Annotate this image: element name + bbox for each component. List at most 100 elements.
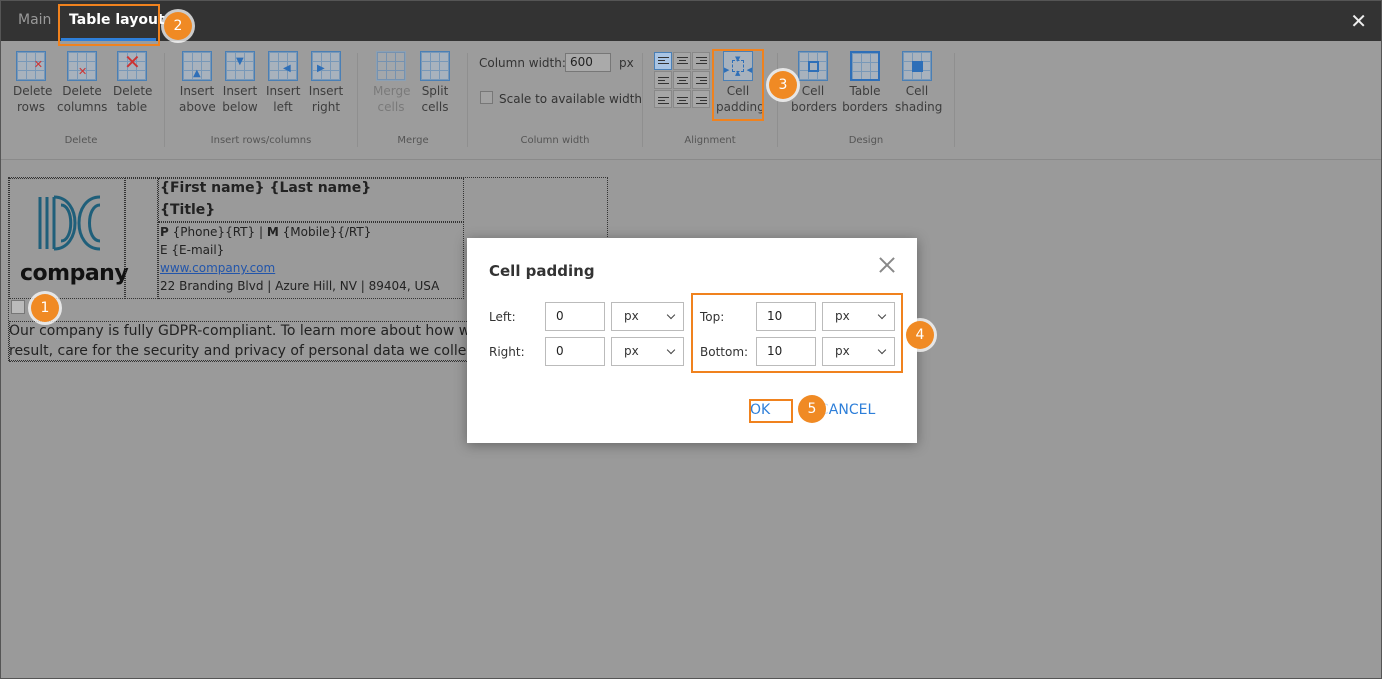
bottom-padding-unit-select[interactable]: px	[822, 337, 895, 366]
tab-main[interactable]: Main	[18, 1, 51, 41]
cell-padding-label-2: padding	[716, 100, 765, 114]
mobile-value: {Mobile}{/RT}	[282, 225, 372, 239]
ribbon-separator	[954, 53, 955, 147]
cell-shading-icon	[902, 51, 932, 81]
group-label-insert: Insert rows/columns	[210, 135, 312, 146]
scale-to-width-checkbox[interactable]	[480, 91, 493, 104]
right-padding-label: Right:	[489, 345, 525, 359]
cell-padding-label-1: Cell	[726, 84, 750, 98]
right-padding-unit-select[interactable]: px	[611, 337, 684, 366]
align-top-right-button[interactable]	[692, 52, 710, 70]
delete-rows-label-2: rows	[16, 100, 46, 114]
step-badge-4: 4	[906, 321, 934, 349]
ribbon-separator	[777, 53, 778, 147]
align-bottom-left-button[interactable]	[654, 90, 672, 108]
cell-padding-button[interactable]: ▼ ▲ ▶ ◀ Cell padding	[716, 51, 765, 115]
chevron-down-icon	[877, 345, 887, 355]
table-borders-button[interactable]: Table borders	[842, 51, 888, 115]
align-bottom-right-button[interactable]	[692, 90, 710, 108]
column-width-input[interactable]: 600	[565, 53, 611, 72]
delete-table-label-1: Delete	[113, 84, 153, 98]
chevron-down-icon	[666, 345, 676, 355]
align-top-center-button[interactable]	[673, 52, 691, 70]
ribbon-separator	[642, 53, 643, 147]
broken-image-icon[interactable]	[11, 300, 25, 314]
cell-shading-button[interactable]: Cell shading	[895, 51, 943, 115]
top-padding-input[interactable]: 10	[756, 302, 816, 331]
signature-website-link[interactable]: www.company.com	[160, 261, 275, 275]
signature-name: {First name} {Last name}	[160, 180, 372, 196]
cell-borders-label-1: Cell	[801, 84, 825, 98]
left-padding-input[interactable]: 0	[545, 302, 605, 331]
step-badge-5: 5	[798, 395, 826, 423]
bottom-padding-label: Bottom:	[700, 345, 749, 359]
bottom-padding-input[interactable]: 10	[756, 337, 816, 366]
left-unit-value: px	[624, 309, 639, 323]
merge-cells-button[interactable]: Merge cells	[373, 51, 410, 115]
bottom-unit-value: px	[835, 344, 850, 358]
align-middle-right-button[interactable]	[692, 71, 710, 89]
left-padding-unit-select[interactable]: px	[611, 302, 684, 331]
insert-right-icon: ▶	[311, 51, 341, 81]
delete-columns-button[interactable]: ✕ Delete columns	[57, 51, 107, 115]
split-cells-label-2: cells	[421, 100, 449, 114]
ribbon-separator	[357, 53, 358, 147]
ribbon-separator	[467, 53, 468, 147]
dialog-close-icon[interactable]	[877, 255, 897, 275]
delete-rows-button[interactable]: ✕ Delete rows	[13, 51, 52, 115]
insert-left-label-2: left	[273, 100, 293, 114]
spacer-cell[interactable]	[125, 178, 158, 299]
delete-table-button[interactable]: ✕ Delete table	[113, 51, 153, 115]
align-middle-center-button[interactable]	[673, 71, 691, 89]
phone-separator: |	[258, 225, 264, 239]
delete-columns-label-1: Delete	[62, 84, 102, 98]
insert-above-button[interactable]: ▲ Insert above	[179, 51, 216, 115]
split-cells-label-1: Split	[421, 84, 449, 98]
top-unit-value: px	[835, 309, 850, 323]
delete-columns-label-2: columns	[57, 100, 108, 114]
ribbon-separator	[164, 53, 165, 147]
right-padding-input[interactable]: 0	[545, 337, 605, 366]
logo-cell[interactable]: company	[9, 178, 129, 299]
dialog-title: Cell padding	[489, 262, 595, 280]
close-icon[interactable]: ✕	[1350, 9, 1367, 33]
insert-above-icon: ▲	[182, 51, 212, 81]
chevron-down-icon	[666, 310, 676, 320]
alignment-grid	[654, 52, 711, 109]
ok-button[interactable]: OK	[750, 402, 770, 418]
align-middle-left-button[interactable]	[654, 71, 672, 89]
group-label-merge: Merge	[397, 135, 429, 146]
left-padding-label: Left:	[489, 310, 516, 324]
top-padding-label: Top:	[700, 310, 725, 324]
signature-title: {Title}	[160, 202, 216, 218]
align-top-left-button[interactable]	[654, 52, 672, 70]
step-badge-1: 1	[31, 294, 59, 322]
align-bottom-center-button[interactable]	[673, 90, 691, 108]
delete-table-icon: ✕	[117, 51, 147, 81]
split-cells-button[interactable]: Split cells	[418, 51, 452, 115]
insert-above-label-1: Insert	[179, 84, 215, 98]
insert-left-label-1: Insert	[266, 84, 301, 98]
insert-right-button[interactable]: ▶ Insert right	[308, 51, 344, 115]
ribbon-toolbar: ✕ Delete rows ✕ Delete columns ✕ Delete …	[1, 41, 1381, 160]
cell-shading-label-2: shading	[895, 100, 943, 114]
right-unit-value: px	[624, 344, 639, 358]
insert-right-label-1: Insert	[308, 84, 344, 98]
insert-below-button[interactable]: ▼ Insert below	[222, 51, 258, 115]
insert-left-button[interactable]: ◀ Insert left	[266, 51, 300, 115]
cell-padding-dialog: Cell padding Left: 0 px Right: 0 px Top:…	[467, 238, 917, 443]
group-label-column-width: Column width	[520, 135, 590, 146]
top-padding-unit-select[interactable]: px	[822, 302, 895, 331]
group-label-design: Design	[848, 135, 884, 146]
cancel-button[interactable]: CANCEL	[819, 402, 875, 418]
tab-table-layout[interactable]: Table layout	[69, 1, 165, 41]
cell-padding-icon: ▼ ▲ ▶ ◀	[723, 51, 753, 81]
insert-below-label-1: Insert	[222, 84, 258, 98]
cell-borders-button[interactable]: Cell borders	[791, 51, 837, 115]
company-logo-icon	[38, 195, 101, 251]
delete-table-label-2: table	[116, 100, 148, 114]
company-logo-text: company	[20, 261, 129, 286]
table-borders-label-2: borders	[842, 100, 888, 114]
delete-columns-icon: ✕	[67, 51, 97, 81]
table-borders-icon	[850, 51, 880, 81]
